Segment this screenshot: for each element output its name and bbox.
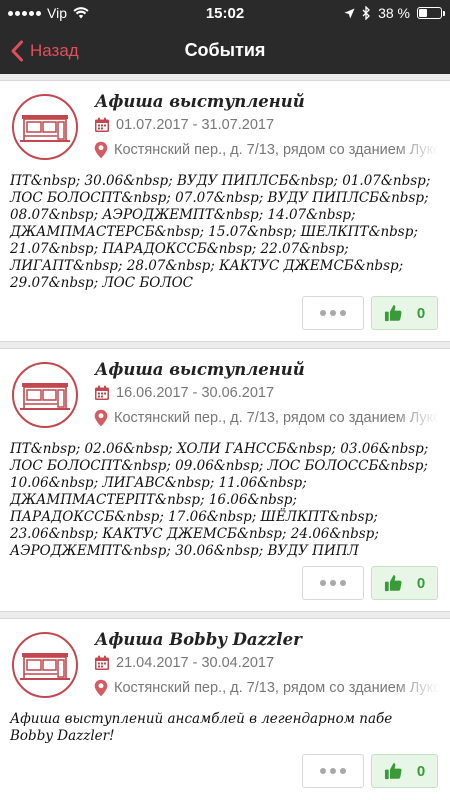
calendar-icon <box>94 117 110 133</box>
event-description: ПТ&nbsp; 02.06&nbsp; ХОЛИ ГАНССБ&nbsp; 0… <box>10 441 429 559</box>
more-dots-icon <box>320 768 326 774</box>
location-arrow-icon <box>344 7 355 19</box>
event-address-row: Костянский пер., д. 7/13, рядом со здани… <box>94 141 439 159</box>
more-dots-icon <box>320 580 326 586</box>
event-card[interactable]: Афиша Bobby Dazzler 21.04.2017 - 30.04.2… <box>0 618 450 800</box>
bluetooth-icon <box>362 6 370 20</box>
event-description: ПТ&nbsp; 30.06&nbsp; ВУДУ ПИПЛСБ&nbsp; 0… <box>10 173 431 291</box>
battery-percent: 38 % <box>378 5 410 21</box>
event-date: 16.06.2017 - 30.06.2017 <box>116 385 275 401</box>
like-button[interactable]: 0 <box>371 754 438 788</box>
location-pin-icon <box>94 409 108 427</box>
more-options-button[interactable] <box>302 296 364 330</box>
event-address: Костянский пер., д. 7/13, рядом со здани… <box>114 680 439 696</box>
event-card[interactable]: Афиша выступлений 01.07.2017 - 31.07.201… <box>0 80 450 342</box>
event-address: Костянский пер., д. 7/13, рядом со здани… <box>114 410 439 426</box>
page-title: События <box>184 40 266 60</box>
battery-icon <box>417 7 445 19</box>
like-button[interactable]: 0 <box>371 296 438 330</box>
like-button[interactable]: 0 <box>371 566 438 600</box>
more-options-button[interactable] <box>302 566 364 600</box>
event-date: 21.04.2017 - 30.04.2017 <box>116 655 275 671</box>
event-title: Афиша Bobby Dazzler <box>95 630 302 649</box>
event-card[interactable]: Афиша выступлений 16.06.2017 - 30.06.201… <box>0 348 450 612</box>
like-count: 0 <box>416 574 426 592</box>
battery-level <box>419 9 427 17</box>
status-bar: Vip 15:02 38 % <box>0 0 450 28</box>
calendar-icon <box>94 385 110 401</box>
like-count: 0 <box>416 762 426 780</box>
calendar-icon <box>94 655 110 671</box>
thumbs-up-icon <box>384 304 403 323</box>
thumbs-up-icon <box>384 574 403 593</box>
location-pin-icon <box>94 141 108 159</box>
event-address-row: Костянский пер., д. 7/13, рядом со здани… <box>94 679 439 697</box>
event-date-row: 21.04.2017 - 30.04.2017 <box>94 655 274 671</box>
event-date-row: 01.07.2017 - 31.07.2017 <box>94 117 274 133</box>
more-dots-icon <box>320 310 326 316</box>
location-pin-icon <box>94 679 108 697</box>
thumbs-up-icon <box>384 762 403 781</box>
navigation-bar: Назад События <box>0 28 450 74</box>
event-address: Костянский пер., д. 7/13, рядом со здани… <box>114 142 439 158</box>
venue-icon <box>11 361 79 429</box>
venue-icon <box>11 93 79 161</box>
status-right: 38 % <box>344 5 445 21</box>
event-address-row: Костянский пер., д. 7/13, рядом со здани… <box>94 409 439 427</box>
event-title: Афиша выступлений <box>95 92 305 111</box>
event-title: Афиша выступлений <box>95 360 305 379</box>
more-options-button[interactable] <box>302 754 364 788</box>
like-count: 0 <box>416 304 426 322</box>
event-date-row: 16.06.2017 - 30.06.2017 <box>94 385 274 401</box>
event-date: 01.07.2017 - 31.07.2017 <box>116 117 275 133</box>
event-description: Афиша выступлений ансамблей в легендарно… <box>10 711 393 744</box>
venue-icon <box>11 631 79 699</box>
